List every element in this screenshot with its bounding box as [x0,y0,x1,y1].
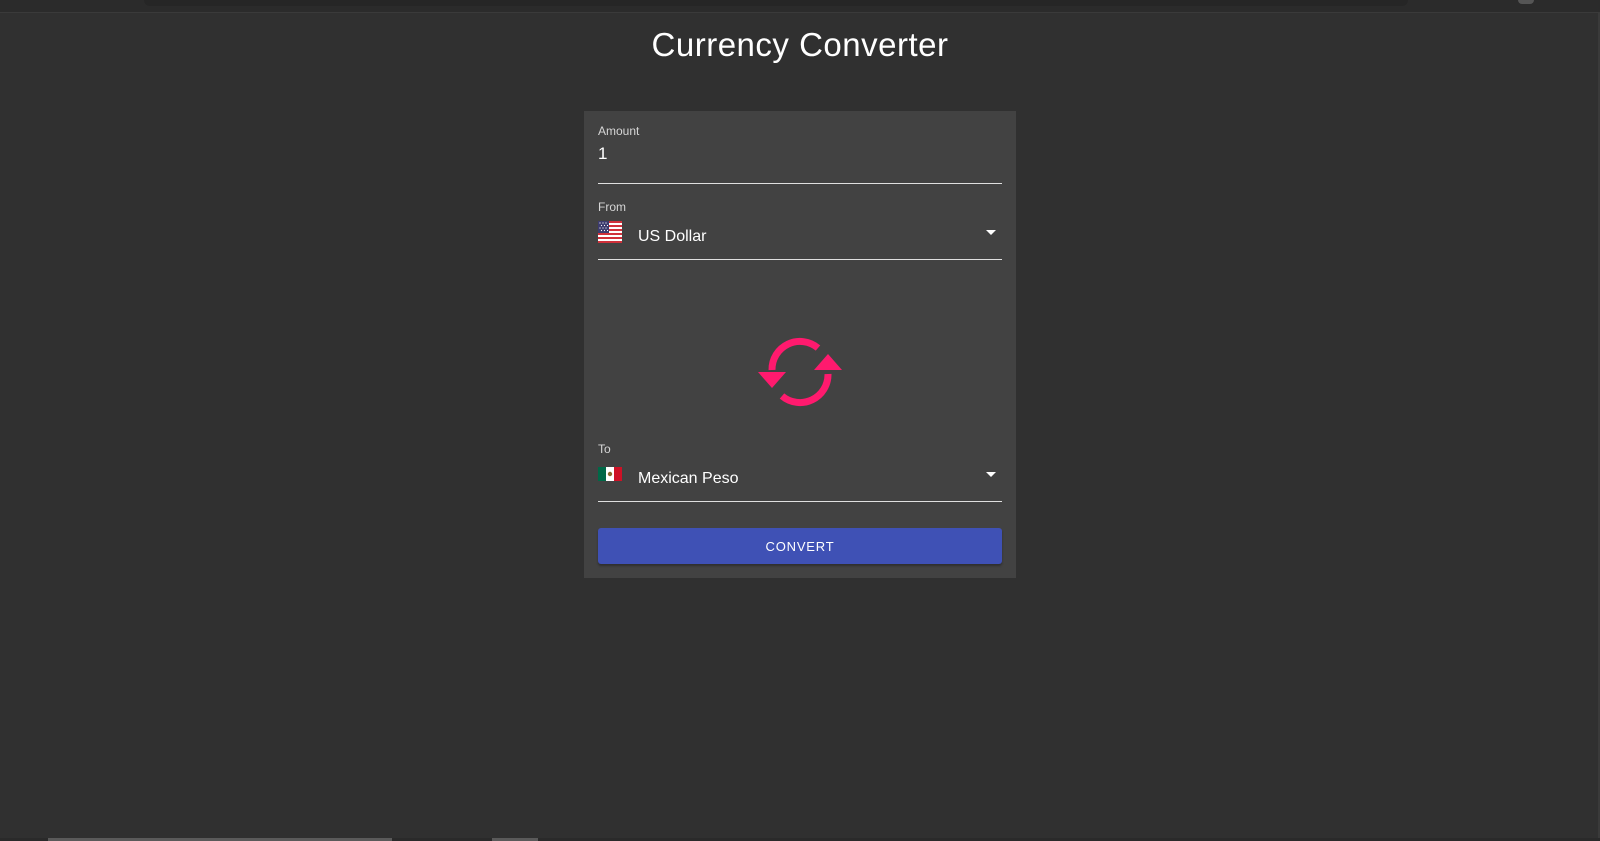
address-bar[interactable] [144,0,1408,6]
from-label: From [598,200,626,214]
amount-label: Amount [598,124,640,138]
amount-field[interactable]: Amount [598,124,1002,184]
convert-button[interactable]: CONVERT [598,528,1002,564]
from-currency-select[interactable]: From US Dollar [598,200,1002,260]
to-label: To [598,442,611,456]
converter-card: Amount From US Dollar [584,111,1016,578]
page-title: Currency Converter [651,26,949,63]
chevron-down-icon[interactable] [986,230,996,235]
swap-currencies-button[interactable] [752,324,848,420]
us-flag-icon [598,221,622,243]
from-currency-value: US Dollar [638,228,707,245]
browser-toolbar [0,0,1600,13]
mexico-flag-icon [598,467,622,481]
profile-icon[interactable] [1518,0,1534,4]
chevron-down-icon[interactable] [986,472,996,477]
swap-arrows-icon [758,338,842,406]
amount-input[interactable] [598,144,978,164]
to-currency-value: Mexican Peso [638,470,739,487]
to-currency-select[interactable]: To Mexican Peso [598,442,1002,502]
